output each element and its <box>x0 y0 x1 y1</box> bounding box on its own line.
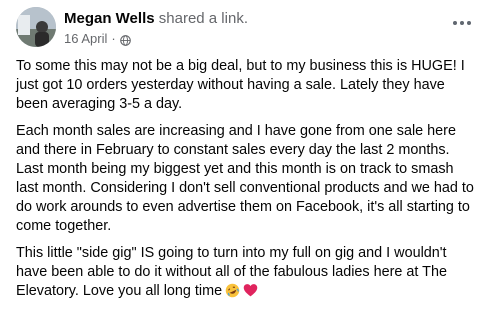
post-paragraph: Each month sales are increasing and I ha… <box>16 123 474 234</box>
author-name[interactable]: Megan Wells <box>64 10 155 27</box>
avatar-photo-icon <box>16 7 56 47</box>
rolling-on-floor-laughing-emoji <box>225 283 240 304</box>
post-paragraph-last: This little "side gig" IS going to turn … <box>16 244 478 304</box>
post-date[interactable]: 16 April <box>64 30 107 47</box>
globe-icon[interactable] <box>119 33 131 46</box>
post-body: To some this may not be a big deal, but … <box>16 57 478 312</box>
red-heart-emoji <box>243 283 258 304</box>
facebook-post: Megan Wells shared a link. 16 April · To… <box>0 0 488 302</box>
post-action: shared a link. <box>158 10 248 27</box>
author-line: Megan Wells shared a link. <box>64 9 248 28</box>
post-meta: Megan Wells shared a link. 16 April · <box>64 9 248 47</box>
post-header: Megan Wells shared a link. 16 April · <box>16 7 472 47</box>
post-subline: 16 April · <box>64 30 248 47</box>
more-options-icon[interactable] <box>448 13 476 33</box>
separator: · <box>111 31 116 46</box>
post-paragraph: To some this may not be a big deal, but … <box>16 58 465 112</box>
avatar[interactable] <box>16 7 56 47</box>
